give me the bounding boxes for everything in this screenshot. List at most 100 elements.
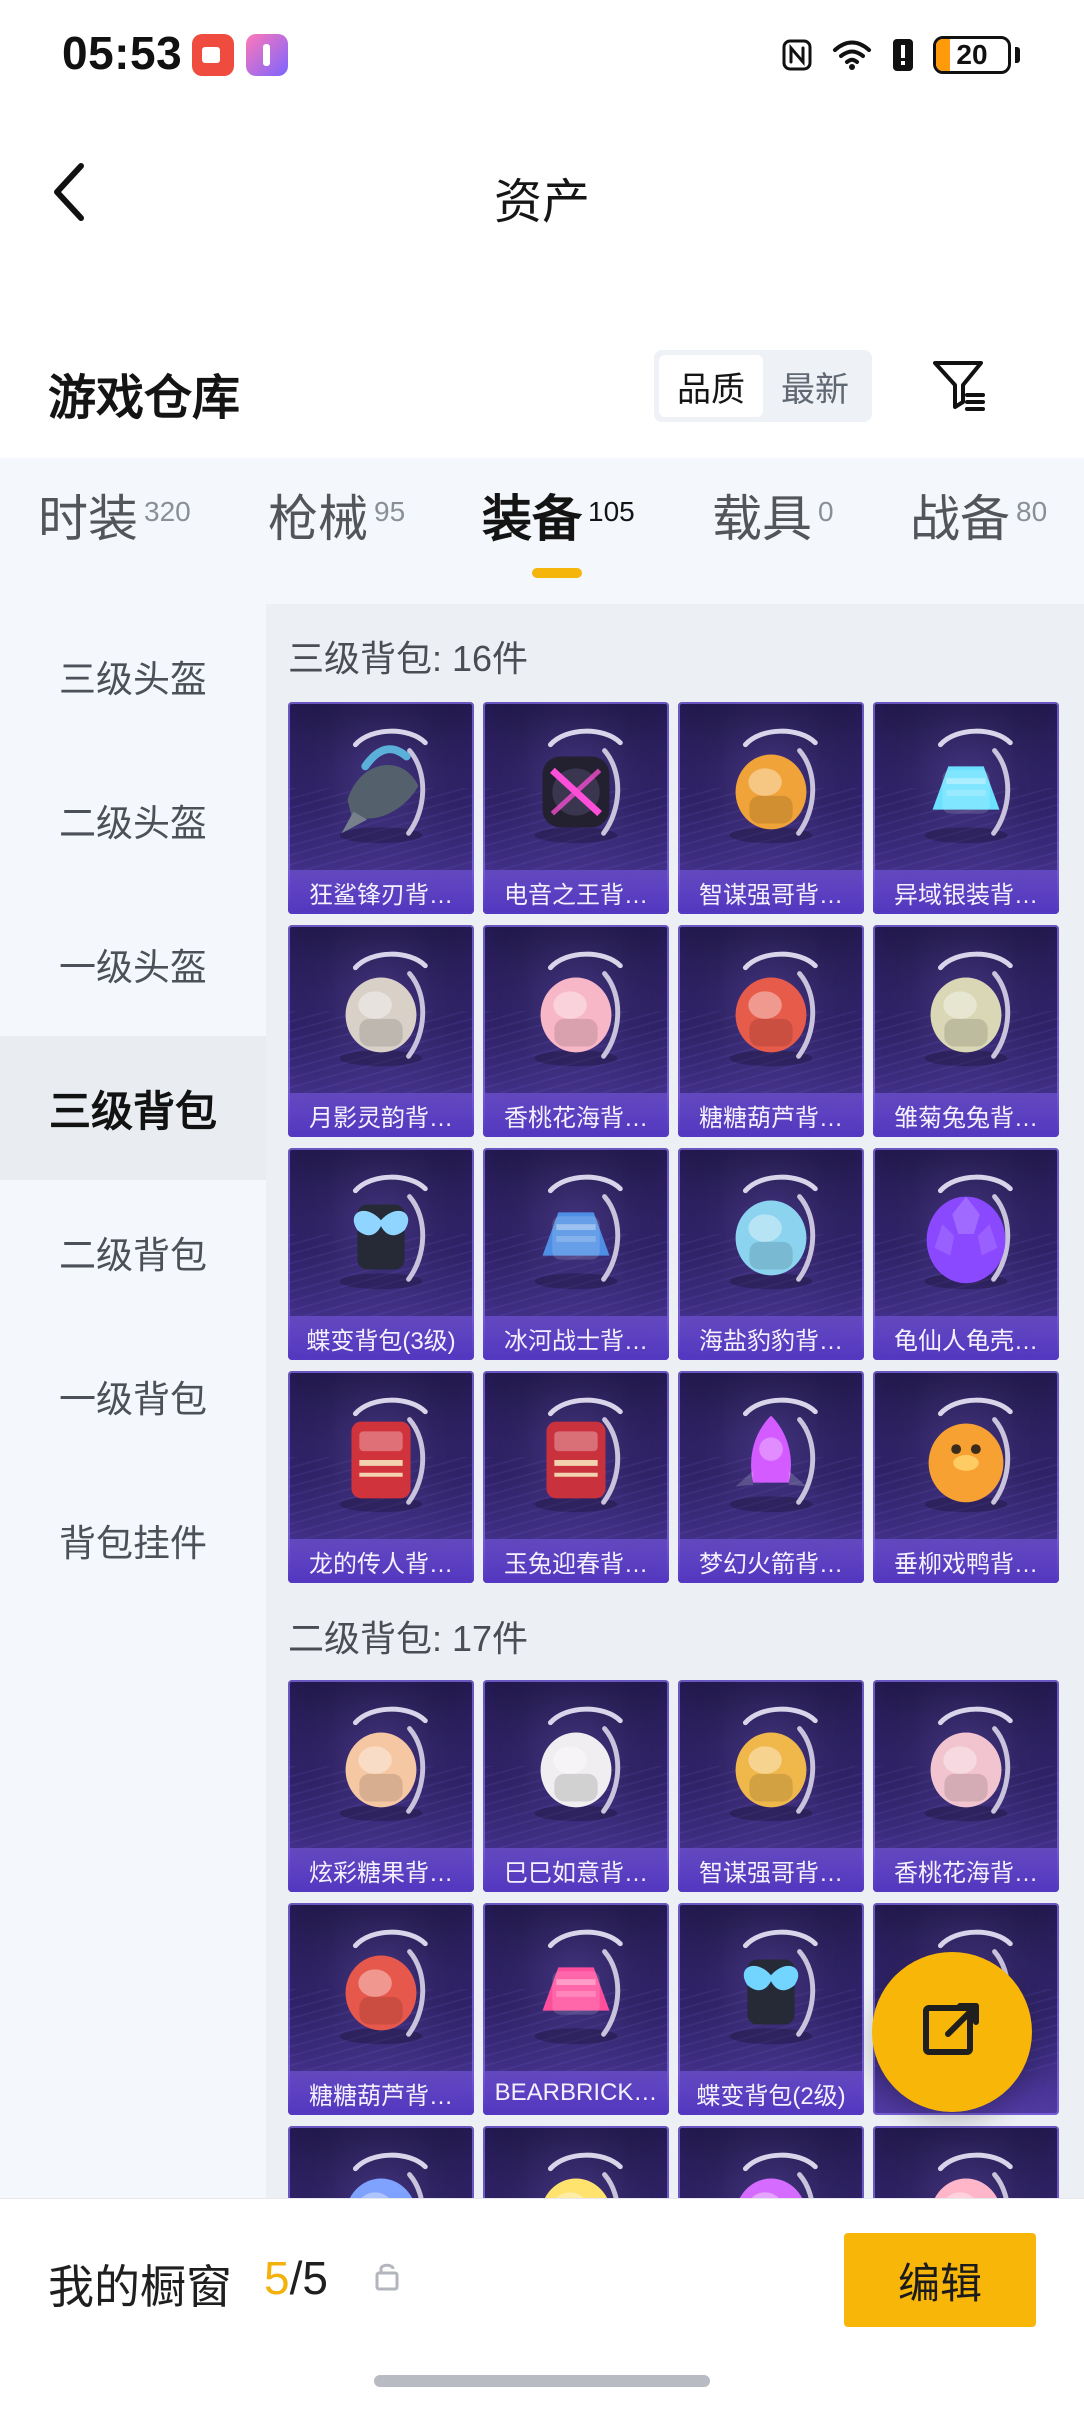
tab-label: 载具 xyxy=(712,491,812,547)
filter-button[interactable] xyxy=(928,356,992,420)
warehouse-header: 游戏仓库 品质 最新 xyxy=(0,272,1084,458)
showcase-label: 我的橱窗 xyxy=(48,2261,232,2313)
status-time: 05:53 xyxy=(62,27,183,79)
tab-count: 105 xyxy=(588,496,635,527)
item-card[interactable]: 糖糖葫芦背… xyxy=(678,925,864,1137)
share-icon xyxy=(918,1996,986,2069)
item-card[interactable] xyxy=(483,2126,669,2198)
page-title: 资产 xyxy=(493,176,590,229)
sidebar-item-backpack-pendants[interactable]: 背包挂件 xyxy=(0,1468,266,1612)
sort-latest-option[interactable]: 最新 xyxy=(763,355,867,417)
item-label: 香桃花海背… xyxy=(873,1848,1059,1892)
item-card[interactable]: 龙的传人背… xyxy=(288,1371,474,1583)
item-card[interactable]: 冰河战士背… xyxy=(483,1148,669,1360)
item-card[interactable]: 蝶变背包(2级) xyxy=(678,1903,864,2115)
section-title: 二级背包: 17件 xyxy=(288,1618,529,1659)
item-card[interactable] xyxy=(873,2126,1059,2198)
tab-supplies[interactable]: 战备 80 xyxy=(910,492,1047,562)
alert-icon xyxy=(891,37,915,73)
item-card[interactable]: 梦幻火箭背… xyxy=(678,1371,864,1583)
item-card[interactable]: 糖糖葫芦背… xyxy=(288,1903,474,2115)
wifi-icon xyxy=(831,38,873,72)
item-card[interactable]: 智谋强哥背… xyxy=(678,702,864,914)
item-label: 梦幻火箭背… xyxy=(678,1539,864,1583)
tab-fashion[interactable]: 时装 320 xyxy=(38,492,191,562)
sidebar-item-level2-backpack[interactable]: 二级背包 xyxy=(0,1180,266,1324)
showcase-total-count: 5 xyxy=(302,2252,328,2304)
tab-count: 320 xyxy=(144,496,191,527)
item-label: 雏菊兔兔背… xyxy=(873,1093,1059,1137)
item-card[interactable]: 智谋强哥背… xyxy=(678,1680,864,1892)
item-label: 龙的传人背… xyxy=(288,1539,474,1583)
share-button[interactable] xyxy=(872,1952,1032,2112)
item-card[interactable] xyxy=(288,2126,474,2198)
tab-count: 80 xyxy=(1016,496,1048,527)
item-card[interactable]: 炫彩糖果背… xyxy=(288,1680,474,1892)
battery-level xyxy=(936,39,951,71)
item-card[interactable]: 电音之王背… xyxy=(483,702,669,914)
tab-equipment[interactable]: 装备 105 xyxy=(482,492,635,562)
battery-percentage: 20 xyxy=(956,39,988,70)
lock-icon xyxy=(370,2259,404,2293)
item-label: 玉兔迎春背… xyxy=(483,1539,669,1583)
item-card[interactable]: 香桃花海背… xyxy=(483,925,669,1137)
item-card[interactable]: 蝶变背包(3级) xyxy=(288,1148,474,1360)
nfc-icon xyxy=(781,38,813,72)
item-card[interactable]: 香桃花海背… xyxy=(873,1680,1059,1892)
sort-quality-option[interactable]: 品质 xyxy=(659,355,763,417)
edit-button[interactable]: 编辑 xyxy=(844,2233,1036,2327)
tab-label: 战备 xyxy=(910,491,1010,547)
item-grid-section-1: 狂鲨锋刃背… 电音之王背… 智谋强哥背… 异域银装背… 月影灵韵背… 香桃花海背… 糖糖葫芦… xyxy=(288,702,1068,1586)
item-label: 冰河战士背… xyxy=(483,1316,669,1360)
item-card[interactable]: 异域银装背… xyxy=(873,702,1059,914)
home-indicator[interactable] xyxy=(374,2375,710,2387)
tab-vehicles[interactable]: 载具 0 xyxy=(712,492,834,562)
item-card[interactable]: 巳巳如意背… xyxy=(483,1680,669,1892)
item-card[interactable]: 雏菊兔兔背… xyxy=(873,925,1059,1137)
item-label: 异域银装背… xyxy=(873,870,1059,914)
item-label: 狂鲨锋刃背… xyxy=(288,870,474,914)
category-tabs: 时装 320 枪械 95 装备 105 载具 0 战备 80 xyxy=(0,458,1084,604)
item-card[interactable]: 龟仙人龟壳… xyxy=(873,1148,1059,1360)
status-icons: 20 xyxy=(781,28,1020,82)
item-card[interactable] xyxy=(678,2126,864,2198)
item-label: 炫彩糖果背… xyxy=(288,1848,474,1892)
sort-toggle: 品质 最新 xyxy=(654,350,872,422)
tab-label: 时装 xyxy=(38,491,138,547)
item-card[interactable]: 垂柳戏鸭背… xyxy=(873,1371,1059,1583)
item-label: 月影灵韵背… xyxy=(288,1093,474,1137)
battery-icon: 20 xyxy=(933,36,1011,74)
item-card[interactable]: 狂鲨锋刃背… xyxy=(288,702,474,914)
sidebar-item-level1-helmet[interactable]: 一级头盔 xyxy=(0,892,266,1036)
notification-app-icon xyxy=(246,34,288,76)
item-label: 蝶变背包(3级) xyxy=(288,1316,474,1360)
item-label: 香桃花海背… xyxy=(483,1093,669,1137)
tab-firearms[interactable]: 枪械 95 xyxy=(268,492,405,562)
page-header: 资产 xyxy=(0,112,1084,272)
tab-label: 装备 xyxy=(482,491,582,547)
item-card[interactable]: 玉兔迎春背… xyxy=(483,1371,669,1583)
section-title: 三级背包: 16件 xyxy=(288,638,529,679)
item-label: 垂柳戏鸭背… xyxy=(873,1539,1059,1583)
sidebar-item-level1-backpack[interactable]: 一级背包 xyxy=(0,1324,266,1468)
item-label: 蝶变背包(2级) xyxy=(678,2071,864,2115)
filter-icon xyxy=(931,357,989,420)
showcase-bar: 我的橱窗 5/5 编辑 xyxy=(0,2198,1084,2412)
warehouse-title: 游戏仓库 xyxy=(48,372,241,425)
item-label: 海盐豹豹背… xyxy=(678,1316,864,1360)
item-grid-section-2: 炫彩糖果背… 巳巳如意背… 智谋强哥背… 香桃花海背… 糖糖葫芦背… BEARBRICK…… xyxy=(288,1680,1068,2198)
item-card[interactable]: 海盐豹豹背… xyxy=(678,1148,864,1360)
showcase-current-count: 5 xyxy=(264,2252,290,2304)
item-label: BEARBRICK… xyxy=(483,2071,669,2115)
sidebar-item-level3-backpack[interactable]: 三级背包 xyxy=(0,1036,266,1180)
item-label: 龟仙人龟壳… xyxy=(873,1316,1059,1360)
sidebar-item-level2-helmet[interactable]: 二级头盔 xyxy=(0,748,266,892)
item-label: 智谋强哥背… xyxy=(678,1848,864,1892)
item-label: 巳巳如意背… xyxy=(483,1848,669,1892)
item-card[interactable]: BEARBRICK… xyxy=(483,1903,669,2115)
sidebar-item-level3-helmet[interactable]: 三级头盔 xyxy=(0,604,266,748)
notification-app-icon xyxy=(192,34,234,76)
battery-cap xyxy=(1015,47,1020,63)
item-card[interactable]: 月影灵韵背… xyxy=(288,925,474,1137)
status-bar: 05:53 20 xyxy=(0,0,1084,112)
